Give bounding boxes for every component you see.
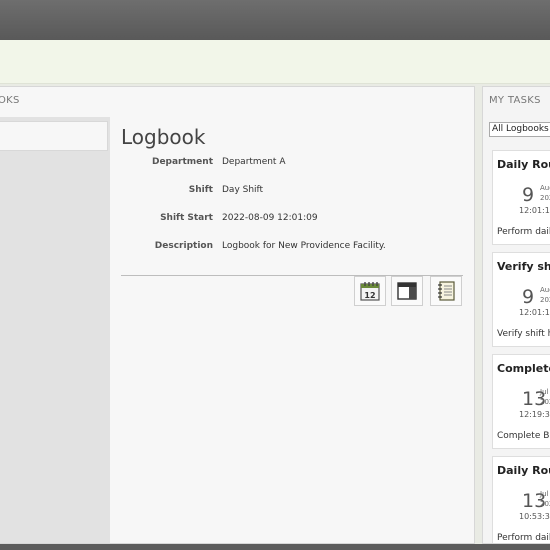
field-row-department: Department Department A — [121, 157, 463, 185]
task-time: 10:53:33 — [519, 512, 550, 521]
task-month: Aug — [540, 286, 550, 294]
app-top-bar — [0, 0, 550, 40]
field-row-shift: Shift Day Shift — [121, 185, 463, 213]
task-title: Complete — [497, 362, 550, 375]
task-title: Verify shif — [497, 260, 550, 273]
logbook-list-item[interactable] — [0, 121, 108, 151]
task-description: Verify shift ha — [497, 329, 550, 339]
app-sub-header — [0, 40, 550, 84]
task-card[interactable]: Complete 13 Jul 202 12:19:39 Complete Bi… — [492, 354, 550, 449]
field-row-shift-start: Shift Start 2022-08-09 12:01:09 — [121, 213, 463, 241]
logbooks-panel: OKS Logbook Department Department A Shif… — [0, 86, 475, 544]
field-value: 2022-08-09 12:01:09 — [222, 213, 318, 223]
task-time: 12:19:39 — [519, 410, 550, 419]
window-bottom-edge — [0, 544, 550, 550]
task-month: Aug — [540, 184, 550, 192]
task-card[interactable]: Daily Roun 13 Jul 202 10:53:33 Perform d… — [492, 456, 550, 543]
task-description: Perform daily — [497, 533, 550, 543]
calendar-button[interactable]: 12 — [354, 276, 386, 306]
calendar-icon: 12 — [360, 282, 380, 301]
task-day: 9 — [522, 286, 535, 308]
logbook-detail: Logbook Department Department A Shift Da… — [121, 125, 463, 276]
logbooks-panel-title: OKS — [0, 95, 20, 106]
notebook-icon — [438, 281, 455, 301]
task-year: 202 — [540, 500, 550, 508]
layout-button[interactable] — [391, 276, 423, 306]
task-month: Jul — [540, 490, 549, 498]
task-year: 202 — [540, 398, 550, 406]
task-month: Jul — [540, 388, 549, 396]
field-label: Description — [154, 241, 213, 251]
logbook-title: Logbook — [121, 125, 206, 149]
my-tasks-panel: MY TASKS All Logbooks Daily Roun 9 Aug 2… — [482, 86, 550, 544]
task-card[interactable]: Daily Roun 9 Aug 202 12:01:10 Perform da… — [492, 150, 550, 245]
logbook-list — [0, 117, 110, 543]
task-time: 12:01:11 — [519, 308, 550, 317]
calendar-icon-day: 12 — [364, 291, 375, 300]
task-description: Complete Bio — [497, 431, 550, 441]
notebook-button[interactable] — [430, 276, 462, 306]
field-label: Shift Start — [160, 213, 213, 223]
task-title: Daily Roun — [497, 158, 550, 171]
logbooks-panel-header: OKS — [0, 87, 474, 115]
task-day: 9 — [522, 184, 535, 206]
task-year: 202 — [540, 194, 550, 202]
field-value: Day Shift — [222, 185, 264, 195]
field-value: Department A — [222, 157, 286, 167]
task-year: 202 — [540, 296, 550, 304]
my-tasks-header: MY TASKS — [489, 95, 541, 106]
task-title: Daily Roun — [497, 464, 550, 477]
window-layout-icon — [397, 282, 417, 300]
field-label: Shift — [188, 185, 213, 195]
task-description: Perform daily — [497, 227, 550, 237]
task-card[interactable]: Verify shif 9 Aug 202 12:01:11 Verify sh… — [492, 252, 550, 347]
field-label: Department — [151, 157, 213, 167]
field-row-description: Description Logbook for New Providence F… — [121, 241, 463, 269]
field-value: Logbook for New Providence Facility. — [222, 241, 386, 251]
task-time: 12:01:10 — [519, 206, 550, 215]
logbook-filter-select[interactable]: All Logbooks — [489, 122, 550, 137]
